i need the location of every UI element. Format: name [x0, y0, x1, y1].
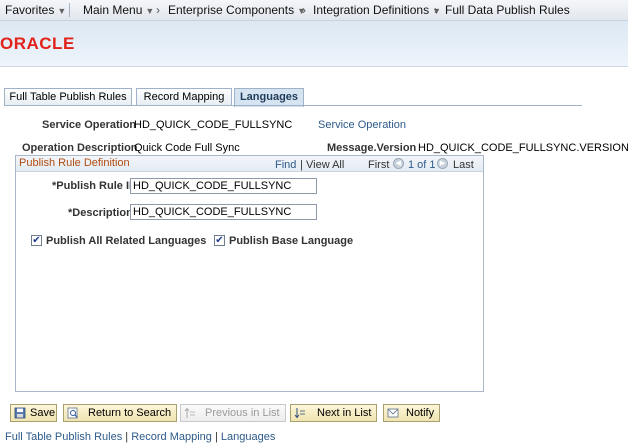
- tab-full-table-publish-rules[interactable]: Full Table Publish Rules: [4, 88, 132, 106]
- pipe-divider: |: [300, 159, 303, 171]
- save-icon: [14, 407, 26, 419]
- breadcrumb-enterprise-components[interactable]: Enterprise Components ▼: [168, 3, 306, 17]
- chevron-down-icon: ▼: [57, 6, 67, 16]
- main-menu[interactable]: Main Menu ▼: [83, 3, 154, 17]
- next-in-list-button[interactable]: Next in List: [290, 404, 377, 422]
- main-menu-label: Main Menu: [83, 3, 143, 17]
- next-in-list-icon: [294, 408, 305, 419]
- publish-base-language-label: Publish Base Language: [229, 235, 354, 247]
- find-link[interactable]: Find: [275, 159, 296, 171]
- notify-icon: [387, 408, 399, 418]
- previous-arrow-icon[interactable]: ◀: [393, 158, 404, 169]
- publish-rule-id-label: *Publish Rule ID: [52, 180, 137, 192]
- footer-separator: |: [125, 431, 129, 443]
- footer-link-languages[interactable]: Languages: [221, 431, 275, 443]
- return-to-search-button[interactable]: Return to Search: [63, 404, 177, 422]
- service-operation-link[interactable]: Service Operation: [318, 119, 406, 131]
- group-header: Publish Rule Definition Find | View All …: [16, 156, 483, 172]
- chevron-down-icon: ▼: [145, 6, 155, 16]
- footer-link-full-table-publish-rules[interactable]: Full Table Publish Rules: [5, 431, 122, 443]
- notify-label: Notify: [406, 407, 435, 419]
- publish-rule-definition-group: Publish Rule Definition Find | View All …: [15, 155, 484, 392]
- operation-description-label: Operation Description: [22, 142, 138, 154]
- publish-all-related-languages-checkbox[interactable]: ✔: [31, 235, 42, 246]
- favorites-menu[interactable]: Favorites ▼: [5, 3, 66, 17]
- pager-text: 1 of 1: [408, 159, 436, 171]
- previous-in-list-icon: [184, 407, 195, 418]
- footer-separator: |: [214, 431, 218, 443]
- service-operation-value: HD_QUICK_CODE_FULLSYNC: [134, 119, 293, 131]
- breadcrumb-label: Full Data Publish Rules: [445, 3, 570, 17]
- nav-divider: [69, 3, 70, 17]
- first-label: First: [368, 159, 390, 171]
- previous-in-list-button[interactable]: Previous in List: [180, 404, 286, 422]
- publish-all-related-languages-label: Publish All Related Languages: [46, 235, 207, 247]
- footer-link-record-mapping[interactable]: Record Mapping: [131, 431, 212, 443]
- header-band: ORACLE: [0, 21, 628, 67]
- return-to-search-label: Return to Search: [88, 407, 172, 419]
- description-label: *Description: [68, 207, 133, 219]
- publish-base-language-checkbox[interactable]: ✔: [214, 235, 225, 246]
- top-navbar: Favorites ▼ Main Menu ▼ › Enterprise Compo…: [0, 0, 628, 21]
- message-version-value: HD_QUICK_CODE_FULLSYNC.VERSION_1: [418, 142, 628, 154]
- footer-links: Full Table Publish Rules | Record Mappin…: [5, 431, 275, 443]
- view-all-link[interactable]: View All: [306, 159, 344, 171]
- tab-record-mapping[interactable]: Record Mapping: [136, 88, 232, 106]
- oracle-logo: ORACLE: [0, 34, 75, 53]
- tab-divider: [4, 105, 582, 106]
- breadcrumb-full-data-publish-rules[interactable]: Full Data Publish Rules: [445, 3, 570, 17]
- notify-button[interactable]: Notify: [383, 404, 440, 422]
- breadcrumb-label: Integration Definitions: [313, 3, 430, 17]
- breadcrumb-separator-icon: ›: [156, 3, 160, 17]
- service-operation-label: Service Operation: [42, 119, 137, 131]
- save-label: Save: [30, 407, 56, 419]
- last-label: Last: [453, 159, 474, 171]
- description-input[interactable]: HD_QUICK_CODE_FULLSYNC: [130, 204, 317, 220]
- breadcrumb-separator-icon: ›: [434, 3, 438, 17]
- group-title: Publish Rule Definition: [19, 157, 130, 169]
- return-to-search-icon: [67, 407, 78, 419]
- operation-description-value: Quick Code Full Sync: [134, 142, 240, 154]
- next-arrow-icon[interactable]: ▶: [437, 158, 448, 169]
- breadcrumb-separator-icon: ›: [302, 3, 306, 17]
- message-version-label: Message.Version: [327, 142, 417, 154]
- breadcrumb-integration-definitions[interactable]: Integration Definitions ▼: [313, 3, 441, 17]
- favorites-label: Favorites: [5, 3, 55, 17]
- breadcrumb-label: Enterprise Components: [168, 3, 295, 17]
- next-in-list-label: Next in List: [317, 407, 372, 419]
- publish-rule-id-input[interactable]: HD_QUICK_CODE_FULLSYNC: [130, 178, 317, 194]
- save-button[interactable]: Save: [10, 404, 57, 422]
- previous-in-list-label: Previous in List: [205, 407, 280, 419]
